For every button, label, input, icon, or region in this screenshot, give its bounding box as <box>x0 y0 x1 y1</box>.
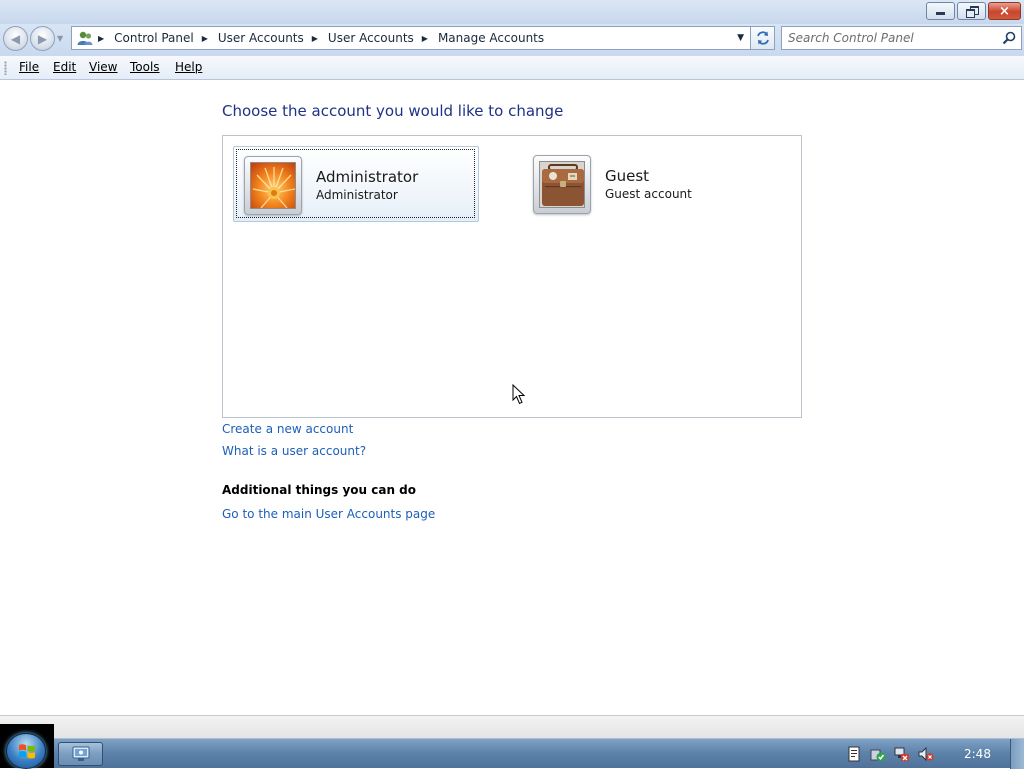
search-box[interactable] <box>781 26 1022 50</box>
close-icon: × <box>999 3 1010 19</box>
main-content: Choose the account you would like to cha… <box>0 81 1024 715</box>
account-tile-guest[interactable]: Guest Guest account <box>523 146 769 222</box>
breadcrumb-user-accounts-2[interactable]: User Accounts <box>328 31 414 45</box>
menu-bar: File Edit View Tools Help <box>0 56 1024 80</box>
menu-edit[interactable]: Edit <box>53 60 76 74</box>
control-panel-icon <box>72 746 89 761</box>
account-picture-frame <box>533 155 591 214</box>
restore-button[interactable] <box>957 2 986 20</box>
show-desktop-button[interactable] <box>1010 739 1024 769</box>
user-accounts-icon <box>77 31 93 45</box>
back-button[interactable]: ◀ <box>3 26 28 51</box>
account-tile-administrator[interactable]: Administrator Administrator <box>233 146 479 222</box>
refresh-button[interactable] <box>750 26 775 50</box>
additional-things-heading: Additional things you can do <box>222 483 417 497</box>
menu-help[interactable]: Help <box>175 60 202 74</box>
accounts-panel: Administrator Administrator Guest Guest … <box>222 135 802 418</box>
menu-tools[interactable]: Tools <box>130 60 160 74</box>
navigation-bar: ◀ ▶ ▼ ▶ Control Panel ▶ User Accounts ▶ … <box>0 24 1024 56</box>
flower-picture-icon <box>250 162 296 209</box>
mouse-pointer-icon <box>512 384 526 405</box>
address-bar[interactable]: ▶ Control Panel ▶ User Accounts ▶ User A… <box>71 26 751 50</box>
start-button-area <box>0 724 54 769</box>
account-type: Administrator <box>316 188 398 202</box>
breadcrumb: ▶ Control Panel ▶ User Accounts ▶ User A… <box>98 27 544 49</box>
restore-icon <box>965 6 979 18</box>
recent-pages-dropdown[interactable]: ▼ <box>57 34 67 44</box>
forward-button[interactable]: ▶ <box>30 26 55 51</box>
breadcrumb-control-panel[interactable]: Control Panel <box>114 31 194 45</box>
document-icon[interactable] <box>846 746 862 762</box>
window-title-bar: × <box>0 0 1024 24</box>
minimize-icon <box>936 12 945 15</box>
forward-arrow-icon: ▶ <box>37 31 48 46</box>
main-user-accounts-link[interactable]: Go to the main User Accounts page <box>222 507 435 521</box>
breadcrumb-separator[interactable]: ▶ <box>312 34 318 43</box>
account-name: Administrator <box>316 168 419 186</box>
menu-view[interactable]: View <box>89 60 117 74</box>
back-arrow-icon: ◀ <box>10 31 21 46</box>
clock[interactable]: 2:48 <box>964 747 991 761</box>
account-picture-frame <box>244 156 302 215</box>
network-error-icon[interactable] <box>894 746 910 762</box>
suitcase-picture-icon <box>539 161 585 208</box>
menu-grip <box>4 61 7 75</box>
menu-file[interactable]: File <box>19 60 39 74</box>
search-icon[interactable] <box>1002 31 1016 45</box>
account-type: Guest account <box>605 187 692 201</box>
breadcrumb-user-accounts[interactable]: User Accounts <box>218 31 304 45</box>
address-history-dropdown[interactable]: ▼ <box>737 33 744 43</box>
breadcrumb-manage-accounts[interactable]: Manage Accounts <box>438 31 544 45</box>
status-bar <box>0 715 1024 738</box>
minimize-button[interactable] <box>926 2 955 20</box>
refresh-icon <box>756 31 769 45</box>
create-account-link[interactable]: Create a new account <box>222 422 353 436</box>
security-check-icon[interactable] <box>870 746 886 762</box>
system-tray <box>840 739 1024 769</box>
taskbar: 2:48 <box>0 738 1024 769</box>
volume-muted-icon[interactable] <box>918 746 934 762</box>
close-button[interactable]: × <box>988 2 1021 20</box>
taskbar-control-panel-button[interactable] <box>58 742 103 766</box>
account-name: Guest <box>605 167 650 185</box>
what-is-user-account-link[interactable]: What is a user account? <box>222 444 366 458</box>
windows-logo-icon <box>19 744 35 759</box>
breadcrumb-separator[interactable]: ▶ <box>422 34 428 43</box>
breadcrumb-separator[interactable]: ▶ <box>98 34 104 43</box>
breadcrumb-separator[interactable]: ▶ <box>202 34 208 43</box>
search-input[interactable] <box>788 30 993 46</box>
start-button[interactable] <box>6 733 46 769</box>
page-title: Choose the account you would like to cha… <box>222 102 564 120</box>
